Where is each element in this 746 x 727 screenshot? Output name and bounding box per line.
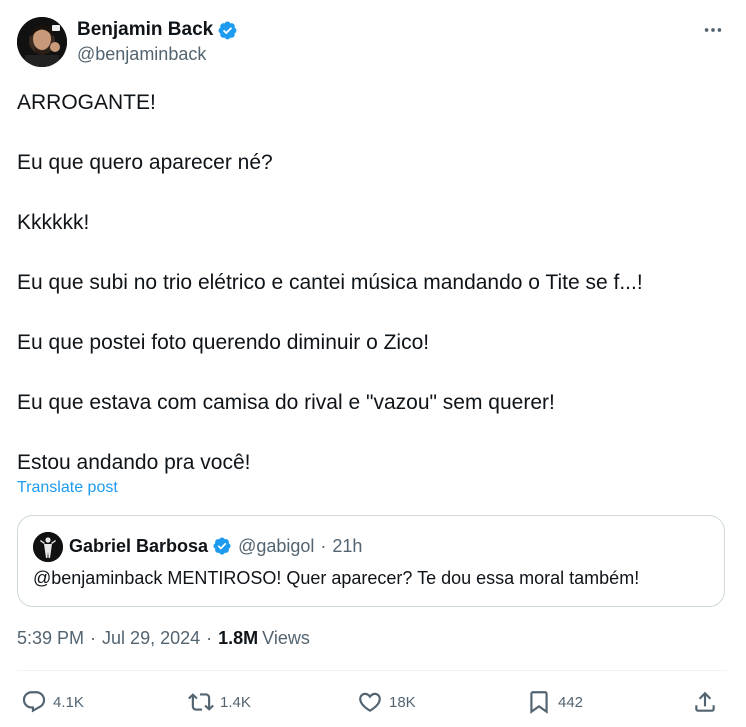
separator-dot: · bbox=[90, 628, 97, 648]
like-button[interactable]: 18K bbox=[357, 686, 416, 718]
verified-badge-icon bbox=[212, 536, 232, 556]
divider bbox=[17, 670, 727, 671]
bookmark-count: 442 bbox=[558, 693, 584, 711]
post-line: Eu que quero aparecer né? bbox=[17, 151, 273, 174]
bookmark-icon bbox=[530, 691, 548, 714]
author-name-row[interactable]: Benjamin Back bbox=[77, 18, 238, 42]
separator-dot: · bbox=[320, 535, 327, 556]
post-line: Eu que estava com camisa do rival e "vaz… bbox=[17, 391, 555, 414]
bookmark-button[interactable]: 442 bbox=[526, 686, 583, 718]
share-icon bbox=[695, 691, 715, 712]
more-dots-icon[interactable] bbox=[700, 18, 726, 42]
translate-post-link[interactable]: Translate post bbox=[17, 479, 118, 497]
verified-badge-icon bbox=[217, 20, 238, 41]
post-line: Estou andando pra você! bbox=[17, 451, 251, 474]
author-avatar[interactable] bbox=[17, 17, 67, 67]
views-label[interactable]: Views bbox=[262, 628, 310, 649]
repost-count: 1.4K bbox=[220, 693, 251, 711]
heart-icon bbox=[359, 692, 381, 712]
like-count: 18K bbox=[389, 693, 416, 711]
author-display-name[interactable]: Benjamin Back bbox=[77, 19, 213, 41]
post-line: Eu que postei foto querendo diminuir o Z… bbox=[17, 331, 430, 354]
quoted-author-avatar[interactable] bbox=[33, 532, 63, 562]
post: Benjamin Back @benjaminback ARROGANTE! E… bbox=[0, 0, 746, 727]
post-text: ARROGANTE! Eu que quero aparecer né? Kkk… bbox=[17, 88, 727, 478]
repost-button[interactable]: 1.4K bbox=[188, 686, 251, 718]
quoted-post-header: Gabriel Barbosa @gabigol · 21h bbox=[69, 534, 362, 558]
post-date[interactable]: Jul 29, 2024 bbox=[102, 628, 200, 649]
post-line: ARROGANTE! bbox=[17, 91, 156, 114]
author-handle[interactable]: @benjaminback bbox=[77, 44, 206, 65]
quoted-author-name[interactable]: Gabriel Barbosa bbox=[69, 536, 208, 557]
separator-dot: · bbox=[206, 628, 213, 648]
views-count[interactable]: 1.8M bbox=[218, 628, 258, 649]
quoted-post-text: @benjaminback MENTIROSO! Quer aparecer? … bbox=[33, 568, 640, 588]
post-time[interactable]: 5:39 PM bbox=[17, 628, 84, 649]
reply-button[interactable]: 4.1K bbox=[21, 686, 84, 718]
quoted-post[interactable]: Gabriel Barbosa @gabigol · 21h @benjamin… bbox=[17, 515, 725, 607]
repost-icon bbox=[188, 693, 214, 711]
reply-count: 4.1K bbox=[53, 693, 84, 711]
share-button[interactable] bbox=[692, 686, 718, 718]
quoted-post-time[interactable]: 21h bbox=[332, 536, 362, 557]
post-line: Kkkkkk! bbox=[17, 211, 90, 234]
post-line: Eu que subi no trio elétrico e cantei mú… bbox=[17, 271, 643, 294]
quoted-author-handle[interactable]: @gabigol bbox=[238, 536, 314, 557]
post-meta: 5:39 PM · Jul 29, 2024 · 1.8M Views bbox=[17, 628, 310, 649]
reply-icon bbox=[22, 691, 46, 713]
action-bar: 4.1K 1.4K 18K 442 bbox=[17, 686, 727, 718]
